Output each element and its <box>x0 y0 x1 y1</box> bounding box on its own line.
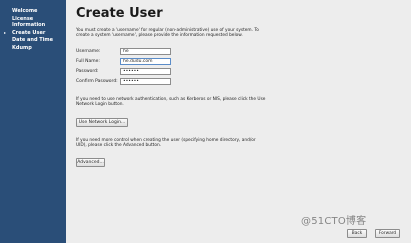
advanced-button[interactable]: Advanced... <box>76 158 105 167</box>
password-field[interactable]: •••••• <box>120 67 171 75</box>
use-network-login-button[interactable]: Use Network Login... <box>76 118 128 127</box>
watermark-text: @51CTO博客 <box>301 216 367 227</box>
username-row: Username: he <box>76 47 191 55</box>
confirm-password-row: Confirm Password: •••••• <box>76 77 191 85</box>
password-row: Password: •••••• <box>76 67 191 75</box>
sidebar: Welcome License Information ▸ Create Use… <box>0 0 66 243</box>
username-label: Username: <box>76 48 101 54</box>
current-step-arrow-icon: ▸ <box>4 29 7 35</box>
password-label: Password: <box>76 68 99 74</box>
sidebar-item-license-information[interactable]: License Information <box>0 16 66 29</box>
sidebar-item-label: Welcome <box>12 8 38 14</box>
sidebar-item-label: Kdump <box>12 44 32 51</box>
sidebar-item-label: Date and Time <box>12 37 54 43</box>
confirm-password-field[interactable]: •••••• <box>120 77 171 85</box>
forward-button[interactable]: Forward <box>375 229 400 238</box>
advanced-text: If you need more control when creating t… <box>76 138 256 149</box>
sidebar-item-welcome[interactable]: Welcome <box>0 8 66 15</box>
network-login-text: If you need to use network authenticatio… <box>76 97 266 108</box>
sidebar-item-date-and-time[interactable]: Date and Time <box>0 37 66 44</box>
confirm-password-label: Confirm Password: <box>76 78 118 84</box>
sidebar-item-label: License Information <box>12 15 46 29</box>
full-name-label: Full Name: <box>76 58 100 64</box>
page-title: Create User <box>76 6 163 21</box>
full-name-row: Full Name: he.dudu.com <box>76 57 191 65</box>
main-content: Create User You must create a 'username'… <box>66 0 411 243</box>
sidebar-item-kdump[interactable]: Kdump <box>0 45 66 52</box>
full-name-field[interactable]: he.dudu.com <box>120 57 171 65</box>
intro-text: You must create a 'username' for regular… <box>76 28 259 39</box>
username-field[interactable]: he <box>120 47 171 55</box>
back-button[interactable]: Back <box>347 229 367 238</box>
sidebar-item-create-user[interactable]: ▸ Create User <box>0 30 66 37</box>
sidebar-item-label: Create User <box>12 29 46 36</box>
